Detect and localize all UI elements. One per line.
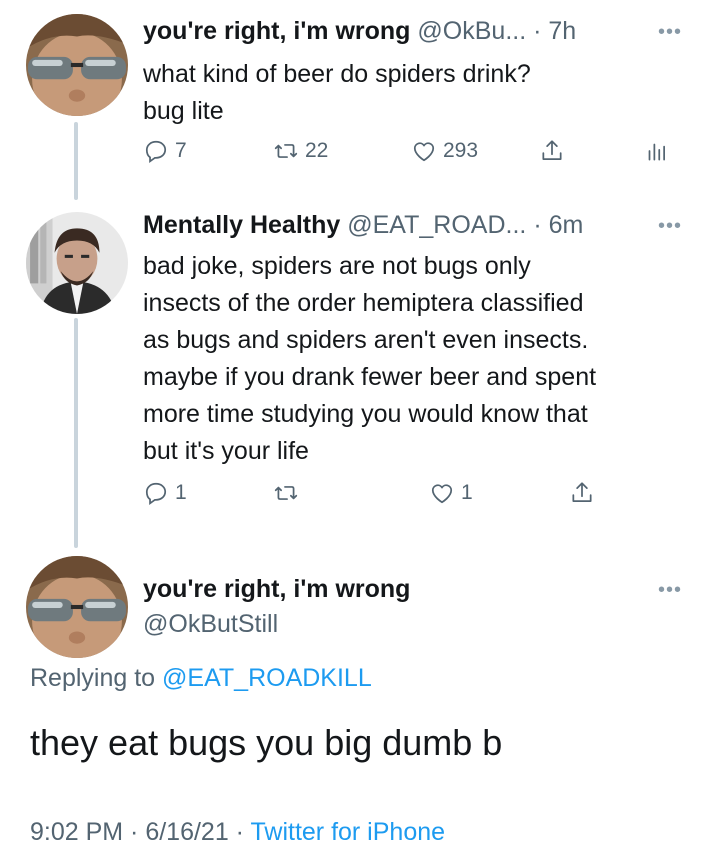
username[interactable]: @EAT_ROAD... <box>347 211 526 239</box>
reply-button[interactable]: 7 <box>143 138 187 164</box>
avatar[interactable] <box>26 14 128 116</box>
analytics-icon <box>648 143 665 161</box>
tweet-actions: 7 22 293 <box>143 138 683 170</box>
tweet-text-line: but it's your life <box>143 437 309 465</box>
tweet-text-line: bug lite <box>143 97 224 125</box>
timestamp[interactable]: · 7h <box>533 17 576 45</box>
source-link[interactable]: Twitter for iPhone <box>251 818 446 846</box>
like-icon <box>413 142 435 162</box>
retweet-button[interactable] <box>273 480 305 506</box>
like-icon <box>431 484 453 504</box>
thread-line <box>74 318 78 548</box>
like-count: 293 <box>443 139 479 162</box>
display-name[interactable]: you're right, i'm wrong <box>143 574 410 604</box>
timestamp[interactable]: 9:02 PM · 6/16/21 · <box>30 818 251 846</box>
replying-to: Replying to @EAT_ROADKILL <box>30 664 372 693</box>
reply-icon <box>145 482 167 505</box>
more-options-icon[interactable]: ••• <box>658 216 682 236</box>
reply-count: 1 <box>175 481 187 504</box>
tweet-text: what kind of beer do spiders drink? bug … <box>143 56 531 130</box>
tweet-text-line: insects of the order hemiptera classifie… <box>143 289 584 317</box>
mention-link[interactable]: @EAT_ROADKILL <box>162 664 372 692</box>
more-options-icon[interactable]: ••• <box>658 580 682 600</box>
tweet-text-line: bad joke, spiders are not bugs only <box>143 252 531 280</box>
tweet-text-line: as bugs and spiders aren't even insects. <box>143 326 589 354</box>
tweet-header: Mentally Healthy @EAT_ROAD... · 6m <box>143 210 583 240</box>
tweet-text-line: maybe if you drank fewer beer and spent <box>143 363 597 391</box>
tweet-text: they eat bugs you big dumb b <box>30 722 503 763</box>
like-count: 1 <box>461 481 473 504</box>
avatar[interactable] <box>26 212 128 314</box>
reply-icon <box>145 140 167 163</box>
avatar[interactable] <box>26 556 128 658</box>
analytics-button[interactable] <box>643 138 669 164</box>
display-name[interactable]: you're right, i'm wrong <box>143 17 410 45</box>
thread-line <box>74 122 78 200</box>
retweet-count: 22 <box>305 139 329 162</box>
tweet-meta: 9:02 PM · 6/16/21 · Twitter for iPhone <box>30 818 445 847</box>
like-button[interactable]: 1 <box>429 480 473 506</box>
share-button[interactable] <box>539 138 565 164</box>
tweet-text: bad joke, spiders are not bugs only inse… <box>143 248 596 470</box>
tweet-header: you're right, i'm wrong @OkBu... · 7h <box>143 16 576 46</box>
reply-count: 7 <box>175 139 187 162</box>
retweet-icon <box>274 144 298 158</box>
more-options-icon[interactable]: ••• <box>658 22 682 42</box>
display-name[interactable]: Mentally Healthy <box>143 211 340 239</box>
tweet-text-line: what kind of beer do spiders drink? <box>143 60 531 88</box>
reply-button[interactable]: 1 <box>143 480 187 506</box>
retweet-button[interactable]: 22 <box>273 138 328 164</box>
retweet-icon <box>274 486 298 500</box>
username[interactable]: @OkButStill <box>143 609 278 639</box>
share-button[interactable] <box>569 480 595 506</box>
replying-to-label: Replying to <box>30 664 163 692</box>
tweet-actions: 1 1 <box>143 480 683 512</box>
share-icon <box>542 140 562 160</box>
tweet-text-line: more time studying you would know that <box>143 400 588 428</box>
timestamp[interactable]: · 6m <box>533 211 583 239</box>
username[interactable]: @OkBu... <box>417 17 526 45</box>
share-icon <box>572 482 592 502</box>
like-button[interactable]: 293 <box>411 138 478 164</box>
